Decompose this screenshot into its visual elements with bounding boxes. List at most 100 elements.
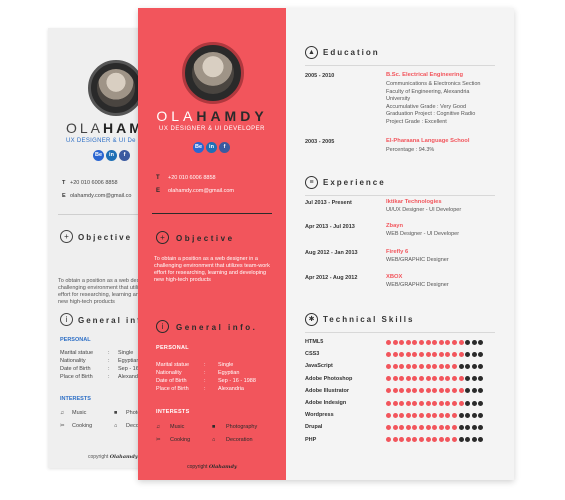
exp-role: WEB Designer - UI Developer xyxy=(386,231,460,237)
skill-dot-empty xyxy=(478,437,484,443)
linkedin-icon[interactable]: in xyxy=(106,150,117,161)
skill-dot-filled xyxy=(438,412,444,418)
facebook-icon[interactable]: f xyxy=(119,150,130,161)
list-icon: ≡ xyxy=(305,176,318,189)
skill-dot-filled xyxy=(386,437,391,443)
edu-line: Project Grade : Excellent xyxy=(386,118,447,125)
interests-heading-back: INTERESTS xyxy=(60,396,91,402)
skill-dot-empty xyxy=(465,363,471,369)
cooking-icon: ✂ xyxy=(60,423,65,429)
skill-dot-filled xyxy=(451,363,457,369)
skill-dot-filled xyxy=(386,351,391,357)
linkedin-icon[interactable]: in xyxy=(206,142,217,153)
objective-title: Objective xyxy=(176,234,235,243)
skill-dot-filled xyxy=(405,376,411,382)
skill-dot-filled xyxy=(412,363,418,369)
skill-dot-filled xyxy=(399,437,405,443)
skill-label: PHP xyxy=(305,436,317,443)
role-back: UX DESIGNER & UI De xyxy=(66,138,136,144)
exp-company: XBOX xyxy=(386,274,403,280)
skill-dot-empty xyxy=(471,437,477,443)
kv-label: Marital statue xyxy=(156,362,190,368)
skill-rating xyxy=(386,424,484,430)
skill-dot-filled xyxy=(425,351,431,357)
personal-heading: PERSONAL xyxy=(156,345,189,351)
skill-dot-filled xyxy=(418,400,424,406)
skill-dot-filled xyxy=(399,376,405,382)
skill-dot-filled xyxy=(438,363,444,369)
interest-decoration: Decoration xyxy=(226,437,253,443)
info-icon: i xyxy=(156,320,169,333)
skill-dot-filled xyxy=(445,424,451,430)
skill-dot-empty xyxy=(465,388,471,394)
skill-dot-empty xyxy=(465,351,471,357)
copyright-back: copyright Olahamdy xyxy=(88,454,138,460)
skill-dot-filled xyxy=(399,388,405,394)
skill-dot-filled xyxy=(451,388,457,394)
interests-heading: INTERESTS xyxy=(156,409,190,415)
skill-dot-filled xyxy=(392,363,398,369)
behance-icon[interactable]: Be xyxy=(193,142,204,153)
divider xyxy=(305,65,495,66)
skill-dot-filled xyxy=(399,412,405,418)
exp-company: Zbayn xyxy=(386,223,404,229)
skill-dot-filled xyxy=(405,339,411,345)
skill-dot-filled xyxy=(418,339,424,345)
skill-dot-filled xyxy=(405,400,411,406)
skill-dot-filled xyxy=(412,351,418,357)
edu-line: Graduation Project : Cognitive Radio xyxy=(386,111,476,117)
edu-line: Communications & Electronics Section xyxy=(386,81,481,87)
email-label: E xyxy=(62,193,66,199)
social-icons: Be in f xyxy=(193,142,230,153)
skill-dot-filled xyxy=(432,400,438,406)
skill-dot-filled xyxy=(412,424,418,430)
skill-dot-filled xyxy=(432,376,438,382)
experience-title: Experience xyxy=(323,178,386,187)
graduation-cap-icon: ▲ xyxy=(305,46,318,59)
skill-rating xyxy=(386,400,484,406)
skill-dot-filled xyxy=(386,388,391,394)
skill-dot-filled xyxy=(451,339,457,345)
skill-dot-filled xyxy=(425,376,431,382)
info-icon: i xyxy=(60,313,73,326)
exp-date: Apr 2013 - Jul 2013 xyxy=(305,224,355,230)
behance-icon[interactable]: Be xyxy=(93,150,104,161)
edu-line: Faculty of Engineering, Alexandria xyxy=(386,88,470,95)
skill-dot-filled xyxy=(432,388,438,394)
skill-dot-filled xyxy=(412,400,418,406)
skill-dot-filled xyxy=(438,351,444,357)
skill-dot-filled xyxy=(438,376,444,382)
skill-rating xyxy=(386,437,484,443)
interest-item: Cooking xyxy=(72,423,93,429)
skill-dot-filled xyxy=(445,400,451,406)
skill-dot-empty xyxy=(471,412,477,418)
skill-dot-filled xyxy=(399,351,405,357)
skill-dot-filled xyxy=(418,412,424,418)
home-icon: ⌂ xyxy=(212,437,216,443)
camera-icon: ■ xyxy=(212,424,216,430)
skill-dot-filled xyxy=(425,424,431,430)
skill-dot-filled xyxy=(386,363,391,369)
skill-dot-filled xyxy=(392,437,398,443)
exp-date: Jul 2013 - Present xyxy=(305,200,352,206)
skill-dot-filled xyxy=(418,388,424,394)
social-icons-back: Be in f xyxy=(93,150,130,161)
exp-date: Aug 2012 - Jan 2013 xyxy=(305,250,358,256)
skill-dot-filled xyxy=(418,424,424,430)
edu-line: University xyxy=(386,96,411,102)
avatar xyxy=(97,69,135,107)
divider xyxy=(305,332,495,333)
skill-dot-filled xyxy=(392,376,398,382)
kv-label: Nationality xyxy=(60,358,86,364)
general-title: General info. xyxy=(176,323,258,332)
skill-dot-filled xyxy=(386,412,391,418)
skill-dot-filled xyxy=(412,339,418,345)
gear-icon: ✱ xyxy=(305,313,318,326)
skill-dot-empty xyxy=(471,424,477,430)
skill-dot-filled xyxy=(445,388,451,394)
skill-dot-filled xyxy=(445,351,451,357)
facebook-icon[interactable]: f xyxy=(219,142,230,153)
exp-role: WEB/GRAPHIC Designer xyxy=(386,257,449,263)
interest-photography: Photography xyxy=(226,424,258,430)
exp-role: WEB/GRAPHIC Designer xyxy=(386,282,449,288)
